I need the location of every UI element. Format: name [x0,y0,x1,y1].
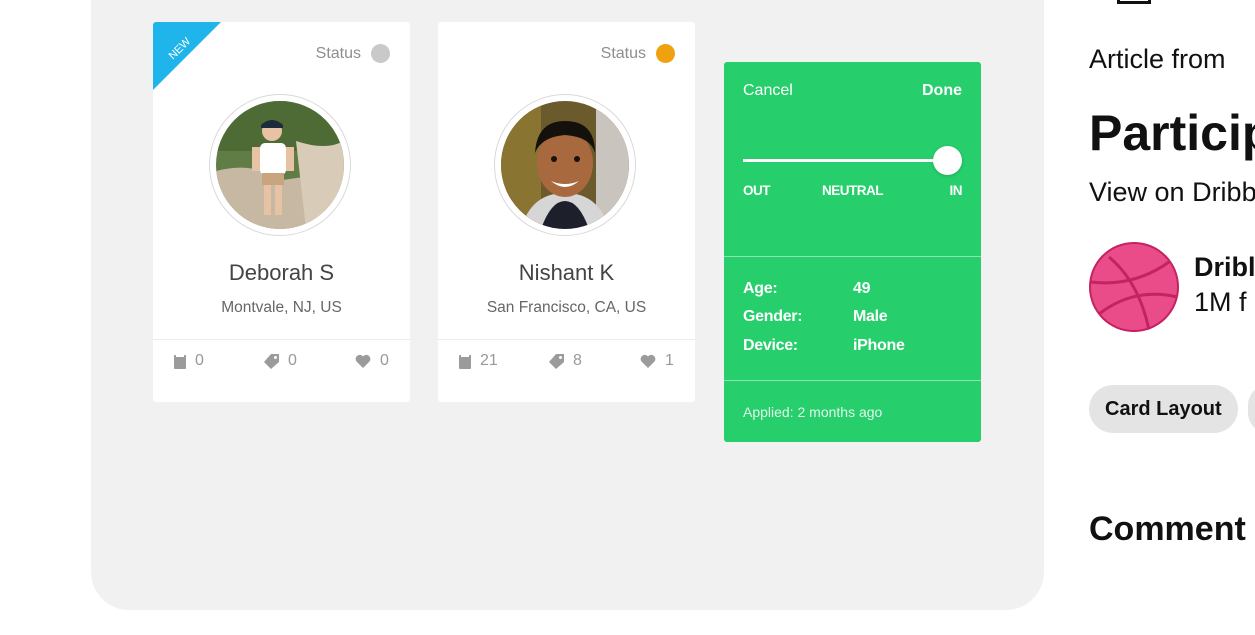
article-from: Article from [1089,44,1226,74]
comments-heading: Comment [1089,510,1246,548]
device-label: Device: [743,337,798,354]
shot-panel: NEW Status Deborah S Montvale, NJ, US 0 … [91,0,1044,610]
section-divider [724,380,981,381]
avatar-photo-deborah [216,101,344,229]
status-indicator: Status [601,44,675,63]
heart-icon [355,354,371,368]
participant-name: Nishant K [518,260,615,285]
gender-value: Male [853,308,888,325]
section-divider [724,256,981,257]
age-label: Age: [743,280,778,297]
tags-count: 8 [573,352,582,369]
source-name[interactable]: Dribl [1194,252,1255,283]
edit-card: Cancel Done OUT NEUTRAL IN Age: 49 Gende… [724,62,981,442]
participant-location: San Francisco, CA, US [486,299,647,316]
cancel-button[interactable]: Cancel [743,82,793,100]
card-stats: 21 8 1 [438,352,695,382]
avatar-photo-nishant [501,101,629,229]
gender-label: Gender: [743,308,803,325]
notes-count: 21 [480,352,498,369]
top-icon [1117,0,1151,4]
slider-label-in: IN [949,183,963,198]
likes-count: 1 [665,352,674,369]
participant-card-deborah[interactable]: NEW Status Deborah S Montvale, NJ, US 0 … [153,22,410,402]
shot-title: Particip [1089,105,1255,161]
status-dot [371,44,390,63]
status-indicator: Status [316,44,390,63]
tag-icon [549,353,564,369]
participant-name: Deborah S [228,260,335,285]
notes-stat[interactable]: 21 [459,352,498,370]
source-avatar[interactable] [1089,242,1179,332]
tags-stat[interactable]: 0 [264,352,297,370]
notes-icon [174,353,186,369]
avatar [494,94,636,236]
new-badge: NEW [153,22,221,90]
status-label: Status [315,44,361,62]
participant-location: Montvale, NJ, US [221,299,342,316]
slider-label-neutral: NEUTRAL [822,183,884,198]
tag-next[interactable] [1248,385,1255,433]
dribbble-logo-icon [1089,242,1179,332]
avatar [209,94,351,236]
heart-icon [640,354,656,368]
done-button[interactable]: Done [922,82,962,100]
card-stats: 0 0 0 [153,352,410,382]
tags-count: 0 [288,352,297,369]
applied-time: Applied: 2 months ago [743,404,883,420]
slider-label-out: OUT [743,183,771,198]
participation-slider-track[interactable] [743,159,949,162]
participation-slider-handle[interactable] [933,146,962,175]
card-divider [153,339,410,340]
likes-stat[interactable]: 1 [640,352,674,370]
age-value: 49 [853,280,871,297]
status-dot [656,44,675,63]
tags-stat[interactable]: 8 [549,352,582,370]
likes-count: 0 [380,352,389,369]
likes-stat[interactable]: 0 [355,352,389,370]
source-followers: 1M f [1194,287,1247,317]
notes-stat[interactable]: 0 [174,352,204,370]
tag-card-layout[interactable]: Card Layout [1089,385,1238,433]
notes-icon [459,353,471,369]
notes-count: 0 [195,352,204,369]
card-divider [438,339,695,340]
participant-card-nishant[interactable]: Status Nishant K San Francisco, CA, US 2… [438,22,695,402]
status-label: Status [600,44,646,62]
tag-icon [264,353,279,369]
device-value: iPhone [853,337,905,354]
view-on-dribbble-link[interactable]: View on Dribb [1089,177,1255,208]
